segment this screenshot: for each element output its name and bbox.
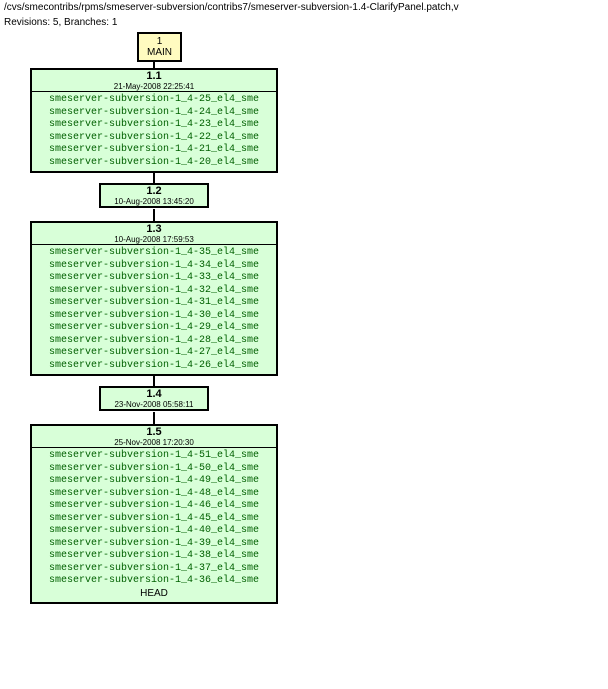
rev-node-1.5[interactable]: 1.5 25-Nov-2008 17:20:30 smeserver-subve… [30, 424, 278, 604]
connector [153, 60, 155, 68]
tag: smeserver-subversion-1_4-36_el4_sme [38, 575, 270, 588]
tag: smeserver-subversion-1_4-48_el4_sme [38, 488, 270, 501]
tag: smeserver-subversion-1_4-39_el4_sme [38, 538, 270, 551]
connector [153, 171, 155, 183]
tag: smeserver-subversion-1_4-20_el4_sme [38, 157, 270, 170]
tag: smeserver-subversion-1_4-45_el4_sme [38, 513, 270, 526]
tag: smeserver-subversion-1_4-21_el4_sme [38, 144, 270, 157]
tag: smeserver-subversion-1_4-38_el4_sme [38, 550, 270, 563]
tag: smeserver-subversion-1_4-22_el4_sme [38, 132, 270, 145]
rev-version: 1.3 [32, 223, 276, 235]
tag: smeserver-subversion-1_4-30_el4_sme [38, 310, 270, 323]
rev-date: 25-Nov-2008 17:20:30 [32, 438, 276, 447]
tag: smeserver-subversion-1_4-37_el4_sme [38, 563, 270, 576]
connector [153, 412, 155, 424]
tag: smeserver-subversion-1_4-50_el4_sme [38, 463, 270, 476]
file-path: /cvs/smecontribs/rpms/smeserver-subversi… [0, 0, 608, 15]
tag-list: smeserver-subversion-1_4-25_el4_sme smes… [32, 91, 276, 171]
rev-date: 10-Aug-2008 17:59:53 [32, 235, 276, 244]
tag: smeserver-subversion-1_4-23_el4_sme [38, 119, 270, 132]
tag: smeserver-subversion-1_4-49_el4_sme [38, 475, 270, 488]
tag: smeserver-subversion-1_4-25_el4_sme [38, 94, 270, 107]
tag: smeserver-subversion-1_4-35_el4_sme [38, 247, 270, 260]
tag: smeserver-subversion-1_4-51_el4_sme [38, 450, 270, 463]
tag: smeserver-subversion-1_4-24_el4_sme [38, 107, 270, 120]
revision-tree: 1 MAIN 1.1 21-May-2008 22:25:41 smeserve… [0, 30, 608, 689]
tag: smeserver-subversion-1_4-33_el4_sme [38, 272, 270, 285]
rev-version: 1.1 [32, 70, 276, 82]
connector [153, 209, 155, 221]
tag: smeserver-subversion-1_4-29_el4_sme [38, 322, 270, 335]
tag: smeserver-subversion-1_4-40_el4_sme [38, 525, 270, 538]
branch-name: MAIN [147, 47, 172, 58]
rev-node-1.3[interactable]: 1.3 10-Aug-2008 17:59:53 smeserver-subve… [30, 221, 278, 376]
rev-node-1.1[interactable]: 1.1 21-May-2008 22:25:41 smeserver-subve… [30, 68, 278, 173]
head-tag: HEAD [38, 588, 270, 601]
tag-list: smeserver-subversion-1_4-51_el4_sme smes… [32, 447, 276, 602]
tag: smeserver-subversion-1_4-46_el4_sme [38, 500, 270, 513]
tag: smeserver-subversion-1_4-34_el4_sme [38, 260, 270, 273]
rev-date: 21-May-2008 22:25:41 [32, 82, 276, 91]
tag: smeserver-subversion-1_4-28_el4_sme [38, 335, 270, 348]
connector [153, 374, 155, 386]
tag: smeserver-subversion-1_4-31_el4_sme [38, 297, 270, 310]
tag-list: smeserver-subversion-1_4-35_el4_sme smes… [32, 244, 276, 374]
rev-node-1.4[interactable]: 1.4 23-Nov-2008 05:58:11 [99, 386, 209, 411]
branch-number: 1 [147, 36, 172, 47]
tag: smeserver-subversion-1_4-32_el4_sme [38, 285, 270, 298]
rev-date: 23-Nov-2008 05:58:11 [101, 400, 207, 409]
rev-version: 1.4 [101, 388, 207, 400]
tag: smeserver-subversion-1_4-27_el4_sme [38, 347, 270, 360]
branch-label[interactable]: 1 MAIN [137, 32, 182, 62]
tag: smeserver-subversion-1_4-26_el4_sme [38, 360, 270, 373]
rev-version: 1.2 [101, 185, 207, 197]
rev-node-1.2[interactable]: 1.2 10-Aug-2008 13:45:20 [99, 183, 209, 208]
rev-version: 1.5 [32, 426, 276, 438]
rev-date: 10-Aug-2008 13:45:20 [101, 197, 207, 206]
revision-info: Revisions: 5, Branches: 1 [0, 15, 608, 30]
